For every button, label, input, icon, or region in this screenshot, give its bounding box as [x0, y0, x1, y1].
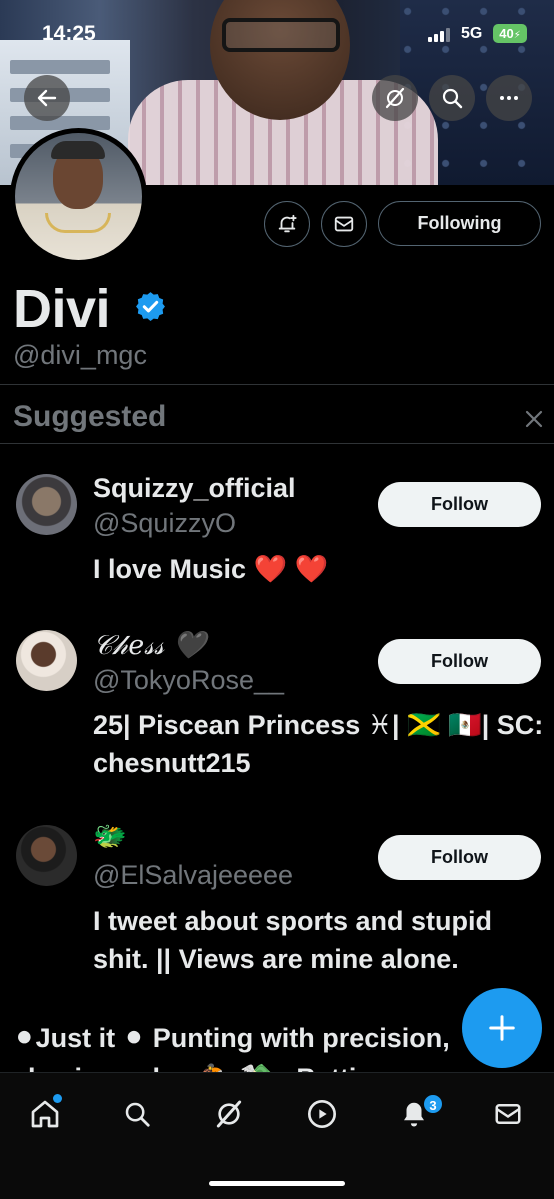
tab-grok[interactable]: [210, 1095, 248, 1133]
suggested-handle[interactable]: @ElSalvajeeeee: [93, 860, 293, 891]
arrow-left-icon: [37, 89, 57, 107]
follow-button[interactable]: Follow: [378, 835, 541, 880]
home-indicator[interactable]: [209, 1181, 345, 1186]
suggested-name[interactable]: Squizzy_official: [93, 473, 296, 504]
plus-icon: [489, 1015, 515, 1041]
envelope-icon: [495, 1104, 521, 1124]
message-button[interactable]: [321, 201, 367, 247]
suggested-avatar[interactable]: [16, 474, 77, 535]
suggested-title: Suggested: [13, 400, 167, 433]
suggested-avatar[interactable]: [16, 825, 77, 886]
close-icon[interactable]: [522, 407, 546, 431]
grok-button[interactable]: [372, 75, 418, 121]
follow-button[interactable]: Follow: [378, 482, 541, 527]
profile-handle: @divi_mgc: [13, 340, 147, 370]
home-unread-dot: [53, 1094, 62, 1103]
follow-button[interactable]: Follow: [378, 639, 541, 684]
back-button[interactable]: [24, 75, 70, 121]
avatar-photo: [15, 133, 142, 260]
suggested-name[interactable]: 𝒞𝒽𝑒𝓈𝓈 🖤: [93, 629, 206, 662]
network-type: 5G: [461, 25, 483, 42]
envelope-icon: [334, 216, 354, 232]
search-button[interactable]: [429, 75, 475, 121]
suggested-name[interactable]: 🐲: [93, 820, 127, 852]
grok-icon: [385, 87, 405, 109]
profile-avatar[interactable]: [10, 128, 147, 265]
compose-button[interactable]: [462, 988, 542, 1068]
more-dots-icon: [500, 96, 518, 100]
divider: [0, 443, 554, 444]
verified-badge-icon: [136, 292, 165, 321]
status-bar: 14:25 5G 40⚡: [0, 0, 554, 60]
bottom-tab-bar: [0, 1072, 554, 1199]
notification-count-badge: 3: [422, 1093, 444, 1115]
tab-search[interactable]: [118, 1095, 156, 1133]
tab-messages[interactable]: [489, 1095, 527, 1133]
more-options-button[interactable]: [486, 75, 532, 121]
suggested-bio: I love Music ❤️ ❤️: [93, 554, 329, 584]
battery-icon: 40⚡: [493, 24, 527, 43]
battery-level: 40: [499, 26, 514, 41]
following-button[interactable]: Following: [378, 201, 541, 246]
suggested-bio: I tweet about sports and stupid shit. ||…: [93, 906, 493, 974]
suggested-handle[interactable]: @SquizzyO: [93, 508, 236, 539]
search-icon: [125, 1102, 150, 1127]
suggested-bio: 25| Piscean Princess ♓| 🇯🇲 🇲🇽| SC: chesn…: [93, 710, 544, 778]
status-time: 14:25: [42, 22, 96, 45]
divider: [0, 384, 554, 385]
tab-video[interactable]: [303, 1095, 341, 1133]
play-circle-icon: [308, 1100, 336, 1128]
search-icon: [442, 88, 463, 109]
notifications-toggle-button[interactable]: [264, 201, 310, 247]
profile-name: Divi: [13, 279, 111, 339]
grok-icon: [216, 1100, 242, 1128]
cellular-signal-icon: [428, 28, 450, 42]
bell-plus-icon: [278, 214, 297, 233]
suggested-handle[interactable]: @TokyoRose__: [93, 665, 284, 696]
suggested-avatar[interactable]: [16, 630, 77, 691]
